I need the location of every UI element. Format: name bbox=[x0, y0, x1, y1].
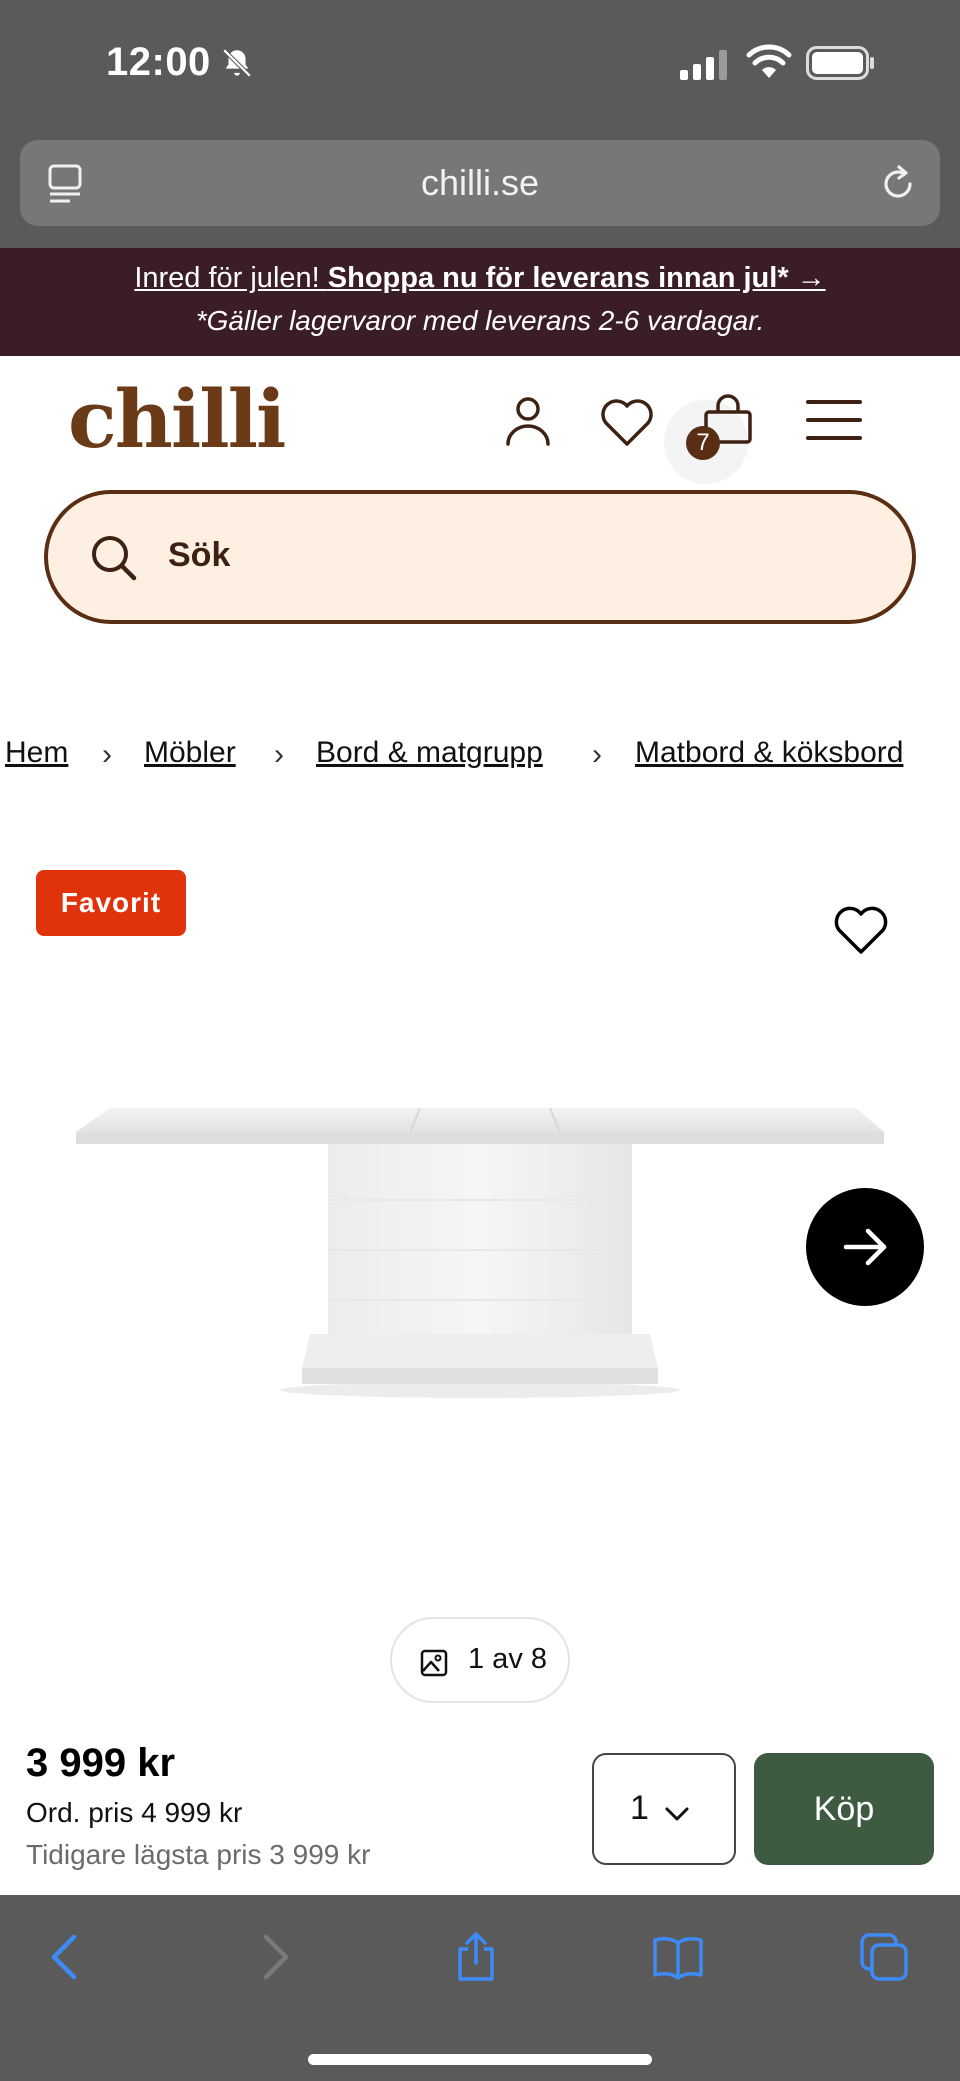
image-counter-text: 1 av 8 bbox=[468, 1643, 547, 1675]
bell-muted-icon bbox=[222, 48, 252, 78]
search-input[interactable]: Sök bbox=[44, 490, 916, 624]
wifi-icon bbox=[746, 44, 792, 78]
image-counter[interactable]: 1 av 8 bbox=[390, 1617, 570, 1703]
home-indicator bbox=[308, 2054, 652, 2065]
add-to-wishlist-heart-icon[interactable] bbox=[832, 904, 890, 956]
ordinary-price: Ord. pris 4 999 kr bbox=[26, 1797, 243, 1828]
wishlist-icon[interactable] bbox=[598, 394, 656, 450]
battery-icon bbox=[806, 46, 874, 80]
breadcrumb-hem[interactable]: Hem bbox=[5, 736, 68, 770]
search-icon bbox=[92, 536, 137, 581]
bookmarks-icon[interactable] bbox=[652, 1931, 704, 1983]
site-header: chilli 7 bbox=[0, 356, 960, 486]
promo-footnote: *Gäller lagervaror med leverans 2-6 vard… bbox=[195, 305, 765, 336]
breadcrumb-matbord-koksbord[interactable]: Matbord & köksbord bbox=[635, 736, 903, 770]
reload-icon[interactable] bbox=[878, 164, 918, 204]
tabs-icon[interactable] bbox=[858, 1931, 910, 1983]
lowest-previous-price: Tidigare lägsta pris 3 999 kr bbox=[26, 1839, 371, 1870]
breadcrumb-separator: › bbox=[102, 738, 112, 771]
quantity-select[interactable]: 1 bbox=[592, 1753, 736, 1865]
site-logo[interactable]: chilli bbox=[68, 372, 286, 466]
breadcrumb: Hem › Möbler › Bord & matgrupp › Matbord… bbox=[0, 736, 960, 780]
price: 3 999 kr bbox=[26, 1741, 176, 1785]
image-gallery-icon bbox=[420, 1649, 448, 1677]
search-placeholder: Sök bbox=[168, 536, 231, 574]
browser-toolbar bbox=[0, 1895, 960, 2081]
promo-banner[interactable]: Inred för julen! Shoppa nu för leverans … bbox=[0, 248, 960, 356]
promo-text: Inred för julen! bbox=[134, 262, 328, 294]
favorite-badge: Favorit bbox=[36, 870, 186, 936]
cart-count-badge: 7 bbox=[686, 426, 720, 460]
breadcrumb-separator: › bbox=[274, 738, 284, 771]
product-image-table[interactable] bbox=[70, 1100, 890, 1400]
arrow-right-icon bbox=[843, 1228, 887, 1266]
promo-link[interactable]: Inred för julen! Shoppa nu för leverans … bbox=[0, 262, 960, 295]
breadcrumb-mobler[interactable]: Möbler bbox=[144, 736, 236, 770]
chevron-down-icon bbox=[665, 1807, 689, 1821]
purchase-bar: 3 999 kr Ord. pris 4 999 kr Tidigare läg… bbox=[0, 1723, 960, 1895]
browser-address-bar: chilli.se bbox=[0, 130, 960, 248]
back-icon[interactable] bbox=[40, 1931, 92, 1983]
buy-button[interactable]: Köp bbox=[754, 1753, 934, 1865]
forward-icon[interactable] bbox=[248, 1931, 300, 1983]
url-text: chilli.se bbox=[420, 162, 540, 203]
promo-cta: Shoppa nu för leverans innan jul* → bbox=[327, 262, 826, 294]
account-icon[interactable] bbox=[500, 392, 556, 448]
breadcrumb-separator: › bbox=[592, 738, 602, 771]
quantity-value: 1 bbox=[630, 1789, 649, 1827]
next-image-button[interactable] bbox=[806, 1188, 924, 1306]
cellular-signal-icon bbox=[680, 50, 727, 80]
hamburger-menu-icon[interactable] bbox=[804, 396, 864, 444]
url-field[interactable]: chilli.se bbox=[20, 140, 940, 226]
status-time: 12:00 bbox=[106, 40, 211, 84]
share-icon[interactable] bbox=[450, 1931, 502, 1983]
breadcrumb-bord-matgrupp[interactable]: Bord & matgrupp bbox=[316, 736, 543, 770]
status-bar: 12:00 bbox=[0, 0, 960, 130]
